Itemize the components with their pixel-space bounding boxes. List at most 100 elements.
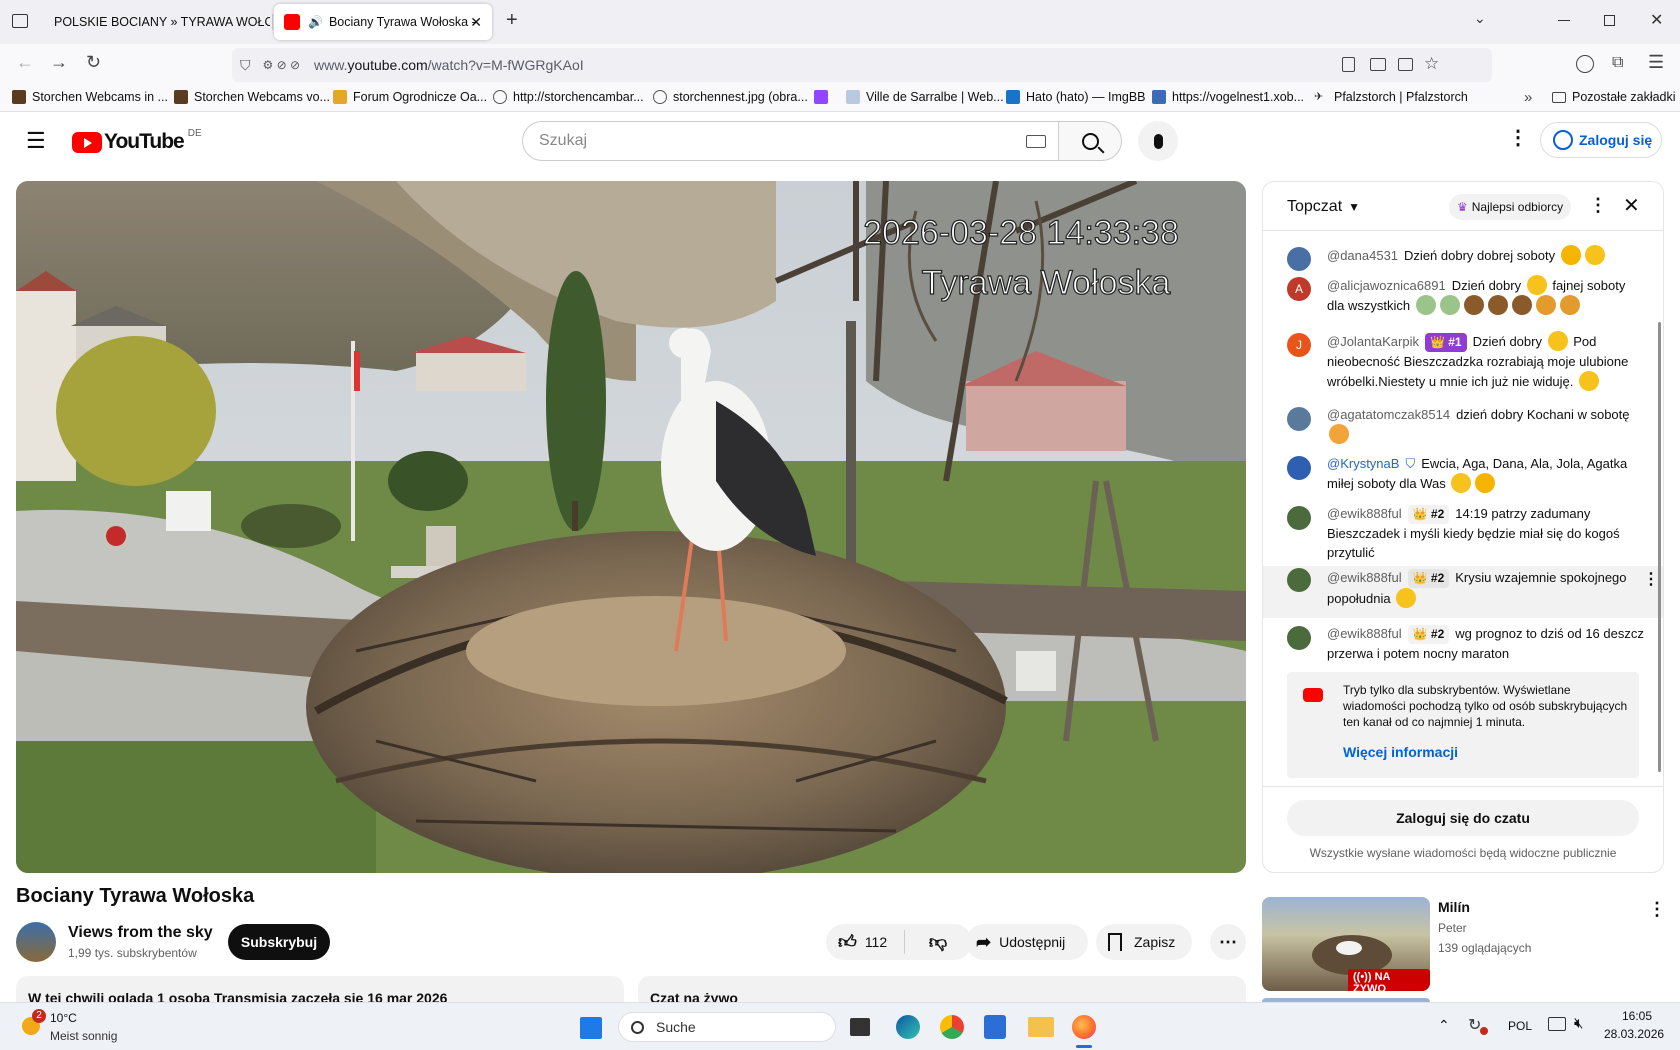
- chat-scrollbar[interactable]: [1658, 322, 1661, 772]
- sign-in-button[interactable]: Zaloguj się: [1540, 122, 1662, 158]
- volume-muted-icon[interactable]: 🔇︎: [1574, 1015, 1583, 1032]
- bookmark-item[interactable]: storchennest.jpg (obra...: [653, 90, 808, 104]
- chat-message[interactable]: J @JolantaKarpik 👑 #1 Dzień dobry Pod nieo…: [1263, 331, 1663, 391]
- chat-message[interactable]: @ewik888ful 👑 #2 14:19 patrzy zadumany Bie…: [1263, 504, 1663, 562]
- chat-author[interactable]: @KrystynaB: [1327, 456, 1399, 471]
- store-icon[interactable]: [984, 1015, 1006, 1039]
- bookmark-item[interactable]: https://vogelnest1.xob...: [1152, 90, 1304, 104]
- clock-time[interactable]: 16:05: [1622, 1009, 1652, 1023]
- bookmark-item[interactable]: Forum Ogrodnicze Oa...: [333, 90, 487, 104]
- pip-icon[interactable]: [1370, 58, 1386, 71]
- bookmark-item[interactable]: Hato (hato) — ImgBB: [1006, 90, 1146, 104]
- forward-icon[interactable]: →: [50, 52, 68, 73]
- guide-menu-icon[interactable]: ☰: [26, 130, 46, 152]
- close-window-icon[interactable]: ✕: [1650, 10, 1663, 30]
- edge-icon[interactable]: [896, 1015, 920, 1039]
- save-to-pocket-icon[interactable]: [1398, 58, 1413, 71]
- url-text[interactable]: www.youtube.com/watch?v=M-fWGRgKAoI: [314, 57, 584, 73]
- restore-icon[interactable]: [1604, 15, 1615, 26]
- permissions-icon[interactable]: ⚙ ⊘ ⊘: [263, 58, 301, 72]
- more-info-link[interactable]: Więcej informacji: [1343, 744, 1458, 760]
- tab-polskie-bociany[interactable]: POLSKIE BOCIANY » TYRAWA WOŁOSKA: [44, 4, 270, 40]
- taskbar-search[interactable]: Suche: [618, 1012, 836, 1042]
- firefox-taskbar-icon[interactable]: [1072, 1015, 1096, 1039]
- menu-icon[interactable]: ☰: [1648, 52, 1664, 73]
- like-button[interactable]: 👍︎ 112: [826, 931, 904, 953]
- close-tab-icon[interactable]: ✕: [470, 14, 482, 31]
- other-bookmarks[interactable]: Pozostałe zakładki: [1552, 90, 1676, 104]
- chat-message[interactable]: A @alicjawoznica6891 Dzień dobry fajnej s…: [1263, 275, 1663, 315]
- more-actions-button[interactable]: ⋯: [1210, 924, 1246, 960]
- list-all-tabs-icon[interactable]: ⌄: [1474, 10, 1486, 27]
- back-icon[interactable]: ←: [16, 52, 34, 73]
- bookmark-item[interactable]: Ville de Sarralbe | Web...: [846, 90, 1004, 104]
- chat-message-hovered[interactable]: @ewik888ful 👑 #2 Krysiu wzajemnie spokojne…: [1263, 566, 1663, 618]
- bookmark-item[interactable]: ✈ Pfalzstorch | Pfalzstorch: [1314, 90, 1468, 104]
- video-player[interactable]: 2026-03-28 14:33:38 Tyrawa Wołoska: [16, 181, 1246, 873]
- account-icon[interactable]: [1576, 55, 1594, 73]
- youtube-logo[interactable]: YouTube DE: [72, 128, 202, 154]
- share-button[interactable]: ➦ Udostępnij: [966, 924, 1088, 960]
- file-explorer-icon[interactable]: [1028, 1017, 1054, 1037]
- chat-author[interactable]: @ewik888ful: [1327, 506, 1402, 521]
- search-button[interactable]: [1058, 121, 1122, 161]
- chat-author[interactable]: @JolantaKarpik: [1327, 334, 1419, 349]
- chat-message[interactable]: @KrystynaB ⛉ Ewcia, Aga, Dana, Ala, Jola, …: [1263, 454, 1663, 493]
- like-dislike-group: 👍︎ 112 👎︎: [826, 924, 972, 960]
- settings-more-icon[interactable]: ⋮: [1508, 128, 1528, 148]
- top-viewers-button[interactable]: ♛ Najlepsi odbiorcy: [1449, 194, 1572, 220]
- speaker-icon[interactable]: 🔊: [308, 15, 323, 29]
- reader-view-icon[interactable]: [1342, 57, 1355, 72]
- chat-author[interactable]: @ewik888ful: [1327, 626, 1402, 641]
- bookmark-item[interactable]: Storchen Webcams in ...: [12, 90, 168, 104]
- chat-author[interactable]: @alicjawoznica6891: [1327, 278, 1446, 293]
- bookmark-star-icon[interactable]: ☆: [1424, 54, 1439, 74]
- chrome-like-app-icon[interactable]: [940, 1015, 964, 1039]
- weather-widget[interactable]: 2 10°C Meist sonnig: [20, 1009, 160, 1045]
- tab-list-icon[interactable]: [12, 14, 28, 28]
- channel-name[interactable]: Views from the sky: [68, 924, 213, 942]
- recommended-more-icon[interactable]: ⋮: [1648, 899, 1666, 920]
- chat-author[interactable]: @ewik888ful: [1327, 570, 1402, 585]
- url-bar[interactable]: ⛉ ⚙ ⊘ ⊘ www.youtube.com/watch?v=M-fWGRgK…: [232, 48, 1492, 82]
- subscribe-button[interactable]: Subskrybuj: [228, 924, 330, 960]
- keyboard-icon[interactable]: [1026, 135, 1046, 148]
- clock-date[interactable]: 28.03.2026: [1604, 1027, 1664, 1041]
- reload-icon[interactable]: ↻: [86, 52, 101, 73]
- search-input[interactable]: Szukaj: [522, 121, 1059, 161]
- new-tab-icon[interactable]: +: [506, 9, 518, 32]
- voice-search-button[interactable]: [1138, 121, 1178, 161]
- windows-start-icon[interactable]: [580, 1017, 602, 1039]
- shield-icon[interactable]: ⛉: [240, 57, 251, 74]
- recommended-video[interactable]: ((•)) NA ŻYWO Milín Peter 139 oglądający…: [1262, 897, 1666, 993]
- live-chat-replay-box[interactable]: Czat na żywo: [638, 976, 1246, 1002]
- chat-message[interactable]: @agatatomczak8514 dzień dobry Kochani w s…: [1263, 405, 1663, 444]
- chat-more-icon[interactable]: ⋮: [1589, 195, 1607, 216]
- chat-mode-selector[interactable]: Topczat ▼: [1287, 198, 1360, 216]
- extensions-icon[interactable]: ⧉: [1612, 54, 1623, 72]
- chat-author[interactable]: @dana4531: [1327, 248, 1398, 263]
- task-view-icon[interactable]: [850, 1018, 870, 1036]
- tab-youtube[interactable]: 🔊 Bociany Tyrawa Wołoska - YouTube ✕: [274, 4, 492, 40]
- show-hidden-icons[interactable]: ⌃: [1438, 1017, 1450, 1034]
- save-button[interactable]: Zapisz: [1096, 924, 1192, 960]
- recommended-thumbnail[interactable]: ((•)) NA ŻYWO: [1262, 897, 1430, 991]
- chat-author[interactable]: @agatatomczak8514: [1327, 407, 1450, 422]
- chat-login-button[interactable]: Zaloguj się do czatu: [1287, 800, 1639, 836]
- recommended-channel[interactable]: Peter: [1438, 921, 1467, 935]
- bookmark-item[interactable]: Storchen Webcams vo...: [174, 90, 330, 104]
- recommended-title[interactable]: Milín: [1438, 899, 1470, 915]
- channel-avatar[interactable]: [16, 922, 56, 962]
- description-box[interactable]: W tej chwili ogląda 1 osoba Transmisja z…: [16, 976, 624, 1002]
- more-bookmarks-icon[interactable]: »: [1524, 89, 1532, 106]
- minimize-icon[interactable]: [1558, 20, 1570, 21]
- network-icon[interactable]: [1548, 1017, 1566, 1031]
- bookmark-item[interactable]: http://storchencambar...: [493, 90, 644, 104]
- dislike-button[interactable]: 👎︎: [905, 931, 971, 953]
- input-language[interactable]: POL: [1508, 1019, 1532, 1033]
- bookmark-item[interactable]: [814, 90, 834, 104]
- chat-message[interactable]: @ewik888ful 👑 #2 wg prognoz to dziś od 16 …: [1263, 624, 1663, 663]
- message-menu-icon[interactable]: ⋮: [1643, 570, 1659, 589]
- chat-message[interactable]: @dana4531 Dzień dobry dobrej soboty: [1263, 245, 1663, 271]
- close-chat-icon[interactable]: ✕: [1623, 193, 1640, 218]
